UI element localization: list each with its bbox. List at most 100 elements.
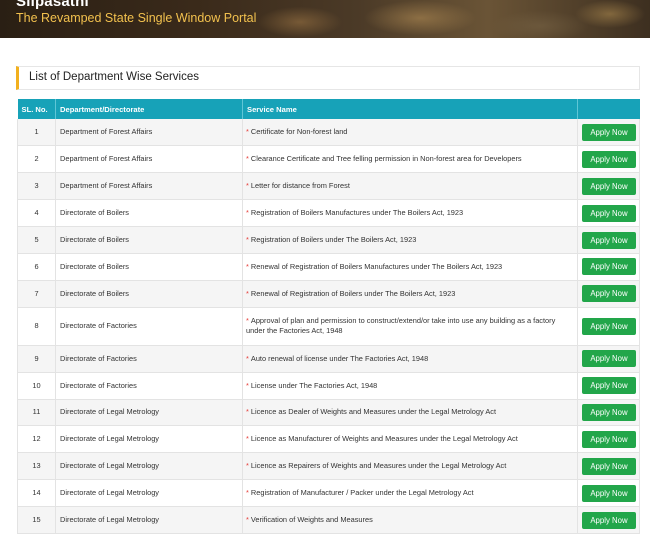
cell-sl-no: 6 (17, 253, 56, 281)
cell-department: Directorate of Boilers (55, 199, 243, 228)
service-name-text: Certificate for Non-forest land (250, 127, 348, 137)
cell-department: Directorate of Boilers (55, 226, 243, 254)
cell-action: Apply Now (577, 372, 640, 400)
service-name-text: Registration of Boilers Manufactures und… (250, 208, 464, 218)
service-name-text: Licence as Manufacturer of Weights and M… (250, 434, 518, 444)
table-row: 11 Directorate of Legal Metrology * Licence… (17, 399, 640, 427)
service-name-text: Renewal of Registration of Boilers under… (250, 288, 456, 298)
cell-service-name: * Renewal of Registration of Boilers Manu… (242, 253, 578, 281)
service-name-text: Verification of Weights and Measures (250, 515, 373, 525)
cell-action: Apply Now (577, 199, 640, 228)
apply-now-button[interactable]: Apply Now (582, 457, 636, 475)
cell-service-name: * Clearance Certificate and Tree felling … (242, 145, 578, 174)
cell-action: Apply Now (577, 172, 640, 201)
cell-department: Directorate of Factories (55, 372, 243, 400)
cell-service-name: * Registration of Boilers Manufactures un… (242, 199, 578, 228)
service-name-text: Clearance Certificate and Tree felling p… (250, 154, 522, 164)
top-banner: Silpasathi The Revamped State Single Win… (0, 0, 650, 38)
cell-sl-no: 1 (17, 119, 56, 147)
cell-service-name: * Licence as Dealer of Weights and Measur… (242, 399, 578, 427)
table-row: 2 Department of Forest Affairs * Clearance … (17, 145, 640, 174)
service-name-text: Renewal of Registration of Boilers Manuf… (250, 261, 503, 271)
apply-now-button[interactable]: Apply Now (582, 484, 636, 502)
cell-department: Directorate of Legal Metrology (55, 399, 243, 427)
required-star-icon: * (246, 434, 249, 444)
portal-brand[interactable]: Silpasathi (16, 0, 89, 10)
cell-service-name: * Registration of Boilers under The Boile… (242, 226, 578, 254)
table-row: 13 Directorate of Legal Metrology * Licence… (17, 452, 640, 481)
cell-action: Apply Now (577, 280, 640, 308)
cell-service-name: * Verification of Weights and Measures (242, 506, 578, 534)
section-title: List of Department Wise Services (29, 71, 200, 83)
cell-department: Directorate of Legal Metrology (55, 506, 243, 534)
table-row: 15 Directorate of Legal Metrology * Verific… (17, 506, 640, 534)
table-row: 14 Directorate of Legal Metrology * Registr… (17, 479, 640, 508)
service-name-text: Licence as Repairers of Weights and Meas… (250, 461, 507, 471)
cell-service-name: * License under The Factories Act, 1948 (242, 372, 578, 400)
required-star-icon: * (246, 127, 249, 137)
table-row: 9 Directorate of Factories * Auto renewal o… (17, 345, 640, 373)
cell-department: Department of Forest Affairs (55, 172, 243, 201)
cell-service-name: * Licence as Repairers of Weights and Mea… (242, 452, 578, 481)
required-star-icon: * (246, 154, 249, 164)
cell-service-name: * Approval of plan and permission to cons… (242, 307, 578, 346)
table-header-row: SL. No. Department/Directorate Service N… (17, 99, 640, 119)
apply-now-button[interactable]: Apply Now (582, 350, 636, 368)
required-star-icon: * (246, 235, 249, 245)
cell-service-name: * Auto renewal of license under The Facto… (242, 345, 578, 373)
section-header: List of Department Wise Services (16, 66, 640, 90)
apply-now-button[interactable]: Apply Now (582, 430, 636, 448)
service-name-text: Auto renewal of license under The Factor… (250, 353, 429, 363)
cell-action: Apply Now (577, 307, 640, 346)
cell-department: Directorate of Legal Metrology (55, 425, 243, 454)
required-star-icon: * (246, 407, 249, 417)
cell-sl-no: 2 (17, 145, 56, 174)
header-service-name: Service Name (242, 99, 578, 119)
table-row: 4 Directorate of Boilers * Registration of … (17, 199, 640, 228)
cell-action: Apply Now (577, 506, 640, 534)
table-row: 7 Directorate of Boilers * Renewal of Regis… (17, 280, 640, 308)
apply-now-button[interactable]: Apply Now (582, 123, 636, 141)
cell-action: Apply Now (577, 345, 640, 373)
table-row: 1 Department of Forest Affairs * Certificat… (17, 119, 640, 147)
required-star-icon: * (246, 316, 249, 326)
apply-now-button[interactable]: Apply Now (582, 403, 636, 421)
required-star-icon: * (246, 208, 249, 218)
apply-now-button[interactable]: Apply Now (582, 150, 636, 168)
cell-action: Apply Now (577, 479, 640, 508)
apply-now-button[interactable]: Apply Now (582, 177, 636, 195)
service-name-text: Letter for distance from Forest (250, 181, 350, 191)
cell-department: Directorate of Legal Metrology (55, 452, 243, 481)
cell-department: Department of Forest Affairs (55, 145, 243, 174)
cell-action: Apply Now (577, 399, 640, 427)
header-action (577, 99, 640, 119)
table-row: 10 Directorate of Factories * License under… (17, 372, 640, 400)
cell-sl-no: 9 (17, 345, 56, 373)
cell-sl-no: 8 (17, 307, 56, 346)
cell-action: Apply Now (577, 119, 640, 147)
cell-sl-no: 12 (17, 425, 56, 454)
cell-service-name: * Certificate for Non-forest land (242, 119, 578, 147)
cell-sl-no: 7 (17, 280, 56, 308)
cell-sl-no: 10 (17, 372, 56, 400)
cell-sl-no: 11 (17, 399, 56, 427)
cell-department: Directorate of Legal Metrology (55, 479, 243, 508)
portal-tagline: The Revamped State Single Window Portal (16, 11, 257, 25)
apply-now-button[interactable]: Apply Now (582, 285, 636, 303)
required-star-icon: * (246, 488, 249, 498)
apply-now-button[interactable]: Apply Now (582, 317, 636, 335)
cell-action: Apply Now (577, 253, 640, 281)
cell-action: Apply Now (577, 145, 640, 174)
cell-action: Apply Now (577, 452, 640, 481)
apply-now-button[interactable]: Apply Now (582, 231, 636, 249)
header-sl-no: SL. No. (17, 99, 56, 119)
apply-now-button[interactable]: Apply Now (582, 258, 636, 276)
service-name-text: Registration of Boilers under The Boiler… (250, 235, 417, 245)
apply-now-button[interactable]: Apply Now (582, 204, 636, 222)
cell-department: Directorate of Boilers (55, 253, 243, 281)
apply-now-button[interactable]: Apply Now (582, 511, 636, 529)
cell-service-name: * Renewal of Registration of Boilers unde… (242, 280, 578, 308)
cell-sl-no: 15 (17, 506, 56, 534)
apply-now-button[interactable]: Apply Now (582, 377, 636, 395)
cell-department: Directorate of Boilers (55, 280, 243, 308)
